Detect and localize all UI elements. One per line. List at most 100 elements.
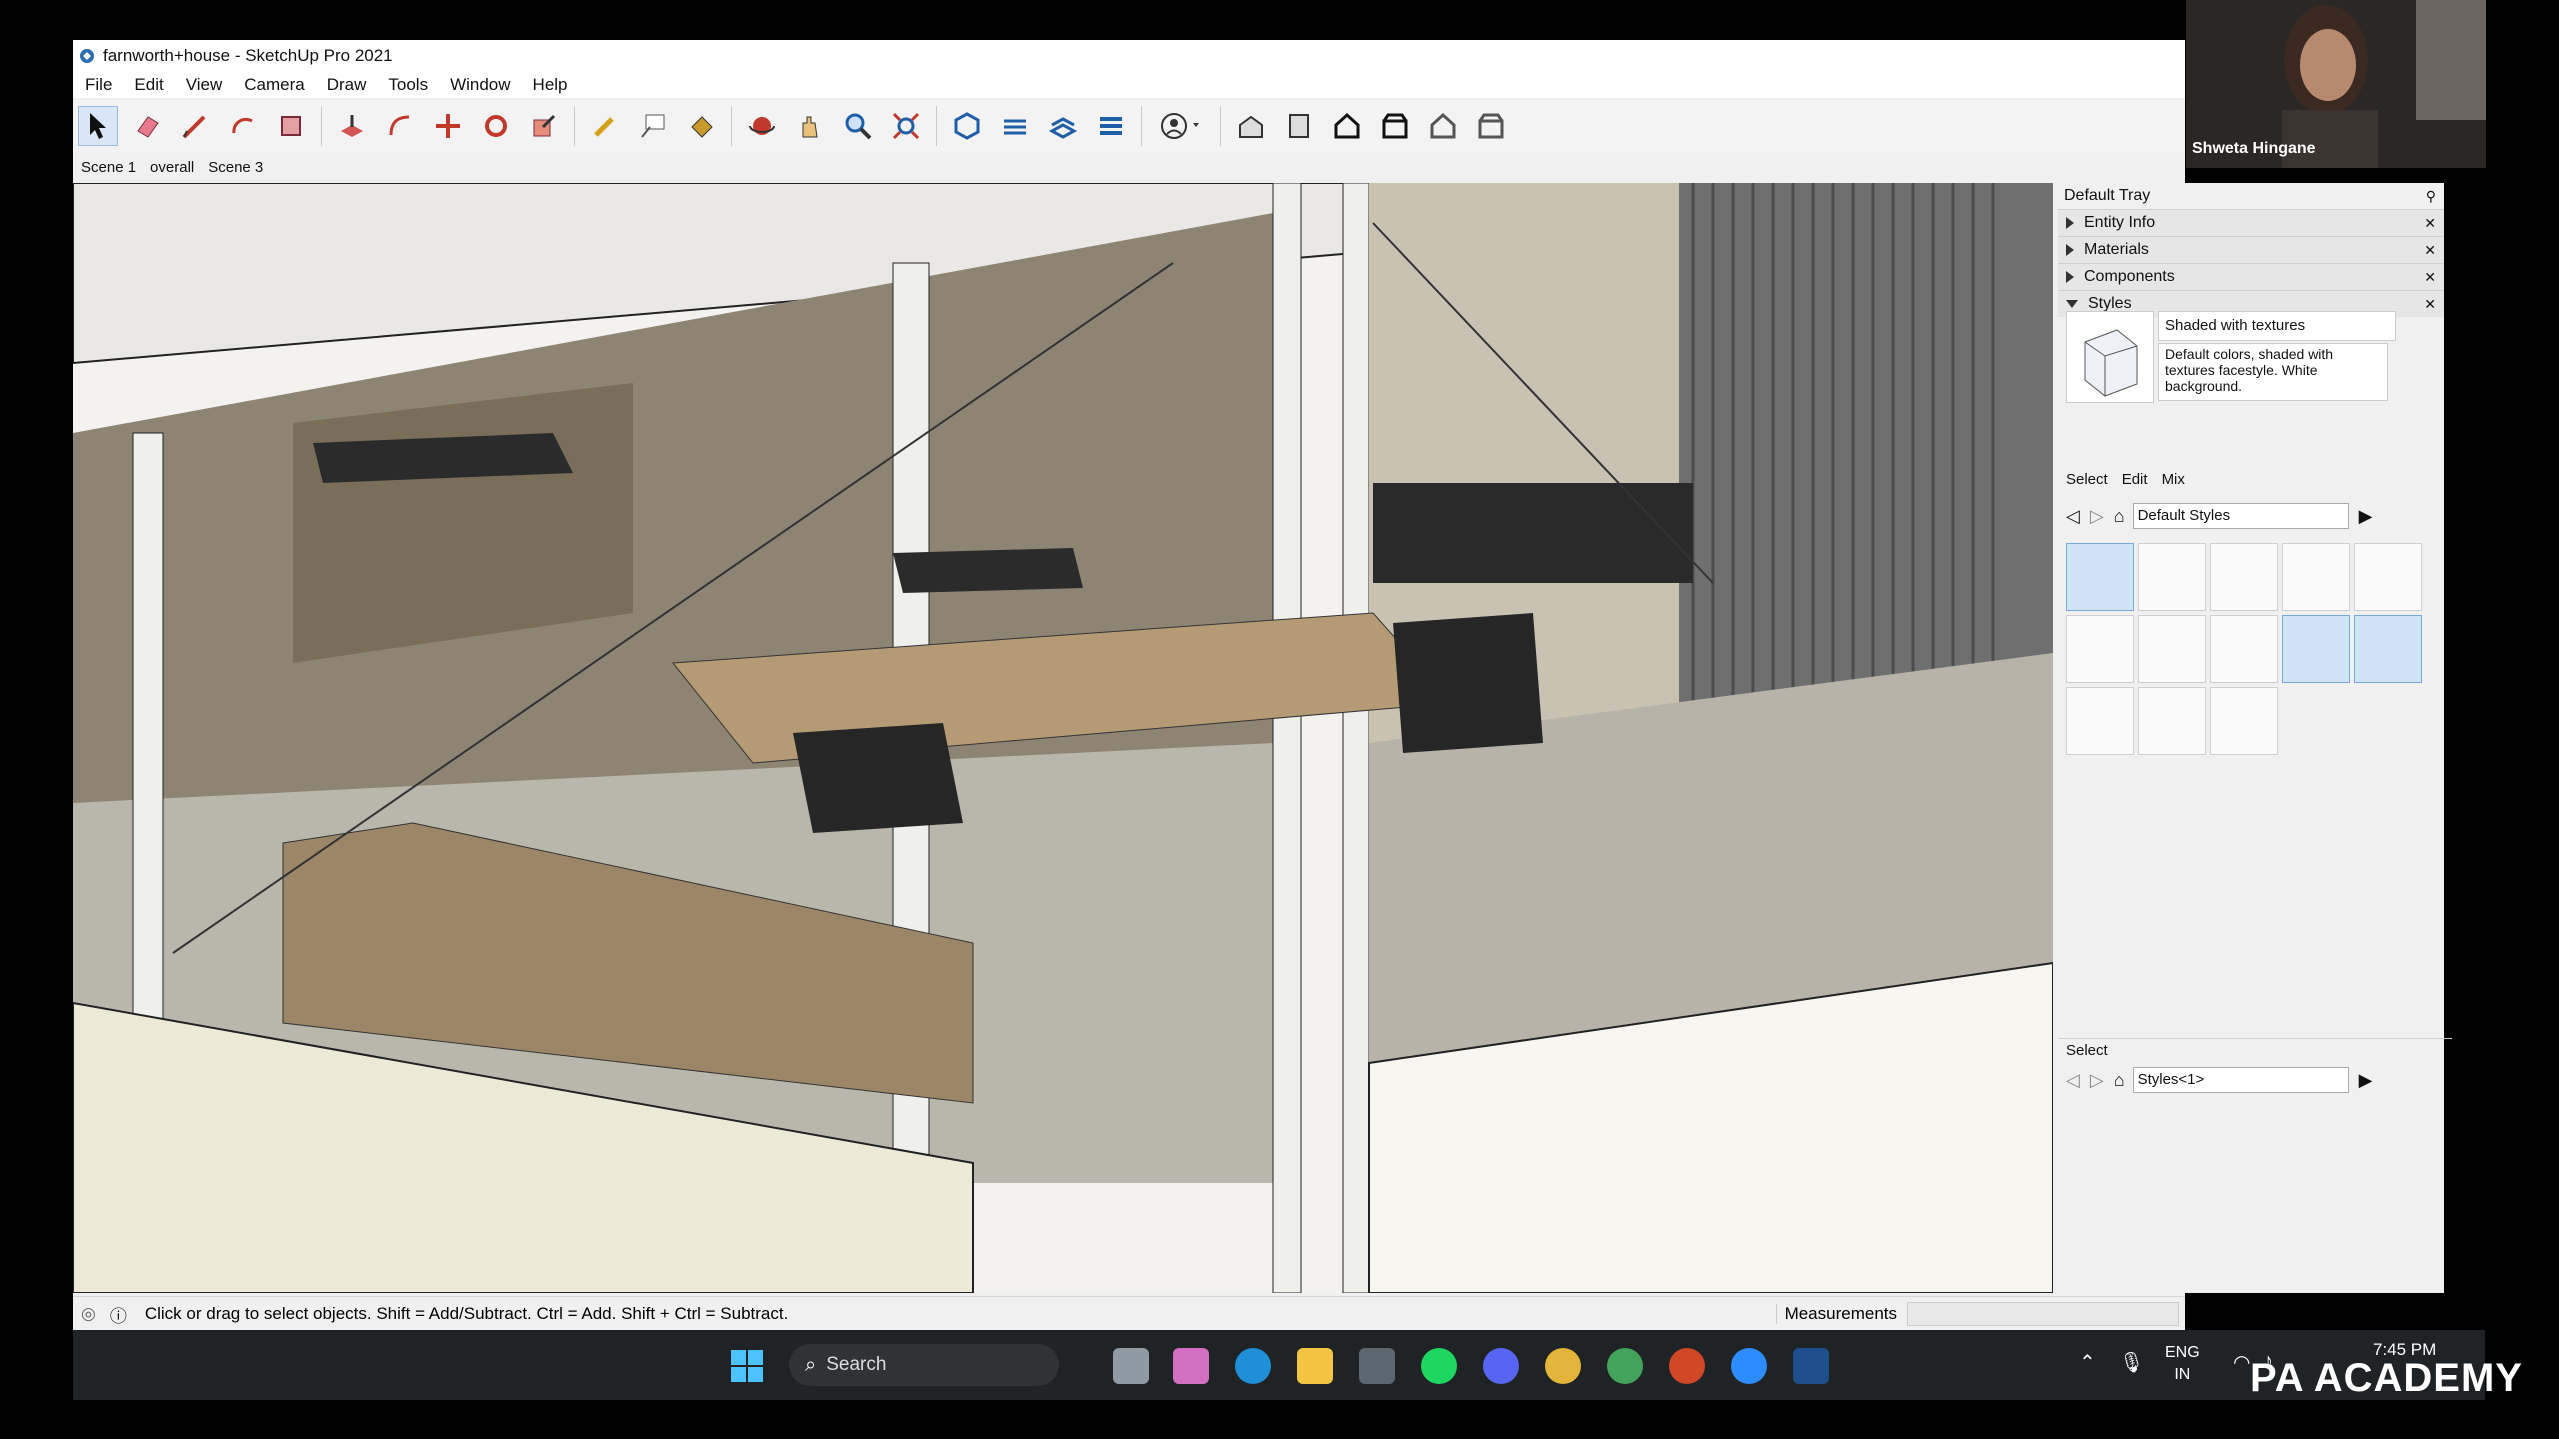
windows-start-icon[interactable] [729,1348,765,1384]
text-tool-button[interactable] [634,107,672,145]
style-swatch[interactable] [2354,543,2422,611]
style-swatch[interactable] [2138,687,2206,755]
right-view-button[interactable] [1376,107,1414,145]
front-view-button[interactable] [1328,107,1366,145]
menu-camera[interactable]: Camera [244,75,304,95]
back-view-button[interactable] [1424,107,1462,145]
forward-icon[interactable]: ▷ [2090,1070,2104,1091]
info-icon[interactable]: ⓘ [110,1302,127,1327]
top-view-button[interactable] [1280,107,1318,145]
collection-select[interactable]: Default Styles [2132,503,2349,529]
iso-view-button[interactable] [1232,107,1270,145]
zoom-tool-button[interactable] [839,107,877,145]
close-icon[interactable]: ✕ [2424,242,2436,259]
move-tool-button[interactable] [429,107,467,145]
forward-icon[interactable]: ▷ [2090,506,2104,527]
offset-tool-button[interactable] [381,107,419,145]
paint-bucket-tool-button[interactable] [682,107,720,145]
back-house-icon [1430,112,1456,139]
style-swatch[interactable] [2066,687,2134,755]
language-indicator[interactable]: ENG IN [2165,1342,2200,1386]
scale-icon [533,114,556,137]
line-tool-button[interactable] [176,107,214,145]
geo-location-icon[interactable]: ◎ [81,1304,96,1324]
close-icon[interactable]: ✕ [2424,215,2436,232]
menu-help[interactable]: Help [533,75,568,95]
style-swatch[interactable] [2282,615,2350,683]
shape-tool-button[interactable] [272,107,310,145]
menu-window[interactable]: Window [450,75,510,95]
scale-tool-button[interactable] [525,107,563,145]
account-button[interactable] [1153,107,1209,145]
menu-draw[interactable]: Draw [327,75,367,95]
orbit-tool-button[interactable] [743,107,781,145]
section-entity-info[interactable]: Entity Info ✕ [2058,209,2444,236]
menu-edit[interactable]: Edit [134,75,163,95]
style-swatch[interactable] [2282,543,2350,611]
rotate-tool-button[interactable] [477,107,515,145]
app-icon[interactable] [1359,1348,1395,1384]
style-swatch[interactable] [2066,543,2134,611]
chrome-profile-icon[interactable] [1607,1348,1643,1384]
tab-edit[interactable]: Edit [2122,471,2148,488]
style-swatch[interactable] [2210,687,2278,755]
tab-mix[interactable]: Mix [2162,471,2185,488]
pan-tool-button[interactable] [791,107,829,145]
file-explorer-icon[interactable] [1297,1348,1333,1384]
close-icon[interactable]: ✕ [2424,269,2436,286]
section-materials[interactable]: Materials ✕ [2058,236,2444,263]
close-icon[interactable]: ✕ [2424,296,2436,313]
tray-pin-icon[interactable]: ⚲ [2426,188,2436,205]
select-tool-button[interactable] [78,106,118,146]
copilot-icon[interactable] [1173,1348,1209,1384]
home-icon[interactable]: ⌂ [2114,506,2125,527]
taskbar-search-box[interactable]: ⌕ Search [789,1344,1059,1386]
style-swatch[interactable] [2210,615,2278,683]
style-name-field[interactable]: Shaded with textures [2158,311,2396,341]
scene-tab-1[interactable]: Scene 1 [81,159,136,176]
powerpoint-icon[interactable] [1669,1348,1705,1384]
discord-icon[interactable] [1483,1348,1519,1384]
eraser-tool-button[interactable] [128,107,166,145]
task-view-icon[interactable] [1113,1348,1149,1384]
extension-manager-button[interactable] [1092,107,1130,145]
model-styles-select[interactable]: Styles<1> [2132,1067,2349,1093]
sketchup-taskbar-icon[interactable] [1793,1348,1829,1384]
style-swatch[interactable] [2210,543,2278,611]
tape-measure-tool-button[interactable] [586,107,624,145]
left-view-button[interactable] [1472,107,1510,145]
home-icon[interactable]: ⌂ [2114,1070,2125,1091]
extension-warehouse-button[interactable] [996,107,1034,145]
measurements-input[interactable] [1907,1302,2179,1326]
section-components[interactable]: Components ✕ [2058,263,2444,290]
arc-tool-button[interactable] [224,107,262,145]
warehouse-button[interactable] [948,107,986,145]
style-swatch[interactable] [2138,543,2206,611]
back-icon[interactable]: ◁ [2066,506,2080,527]
chrome-icon[interactable] [1545,1348,1581,1384]
menu-view[interactable]: View [186,75,223,95]
style-swatch[interactable] [2066,615,2134,683]
style-description[interactable]: Default colors, shaded with textures fac… [2158,343,2388,401]
edge-browser-icon[interactable] [1235,1348,1271,1384]
details-arrow-icon[interactable]: ▶ [2359,1070,2373,1091]
chevron-up-icon[interactable]: ⌃ [2079,1350,2096,1375]
wifi-icon[interactable]: ◠ [2233,1350,2250,1375]
zoom-extents-button[interactable] [887,107,925,145]
style-swatch[interactable] [2138,615,2206,683]
style-swatch[interactable] [2354,615,2422,683]
spotify-icon[interactable] [1421,1348,1457,1384]
menu-file[interactable]: File [85,75,112,95]
tab-select[interactable]: Select [2066,471,2108,488]
layout-button[interactable] [1044,107,1082,145]
microphone-icon[interactable]: 🎙 [2119,1350,2144,1375]
back-icon[interactable]: ◁ [2066,1070,2080,1091]
scene-tab-overall[interactable]: overall [150,159,194,176]
zoom-icon[interactable] [1731,1348,1767,1384]
menu-tools[interactable]: Tools [388,75,428,95]
expand-icon [2066,217,2074,229]
model-viewport[interactable] [73,183,2053,1293]
details-arrow-icon[interactable]: ▶ [2359,506,2373,527]
scene-tab-3[interactable]: Scene 3 [208,159,263,176]
push-pull-tool-button[interactable] [333,107,371,145]
